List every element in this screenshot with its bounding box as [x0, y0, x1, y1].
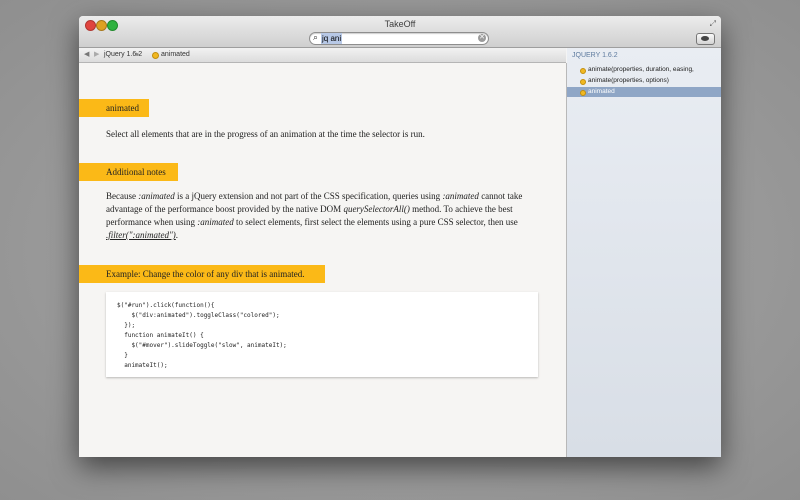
notes-code-4: :animated — [197, 217, 234, 227]
entry-heading: animated — [79, 99, 149, 117]
notes-code-3: querySelectorAll() — [343, 204, 410, 214]
result-label: animated — [588, 88, 615, 95]
notes-text-5: to select elements, first select the ele… — [233, 217, 518, 227]
code-example: $("#run").click(function(){ $("div:anima… — [106, 292, 538, 377]
entry-summary: Select all elements that are in the prog… — [106, 129, 425, 139]
result-label: animate(properties, options) — [588, 77, 669, 84]
entry-dot-icon — [152, 52, 159, 59]
window-title: TakeOff — [384, 19, 416, 29]
title-bar: TakeOff ⤢ ⌕ jq ani ✕ — [79, 16, 721, 48]
notes-heading: Additional notes — [79, 163, 178, 181]
result-label: animate(properties, duration, easing, — [588, 66, 694, 73]
app-window: TakeOff ⤢ ⌕ jq ani ✕ ◀ ▶ jQuery 1.6.2 ▸ … — [79, 16, 721, 457]
notes-paragraph: Because :animated is a jQuery extension … — [106, 190, 554, 242]
result-dot-icon — [580, 68, 586, 74]
forward-arrow-icon[interactable]: ▶ — [94, 50, 99, 58]
notes-text-2: is a jQuery extension and not part of th… — [174, 191, 443, 201]
result-dot-icon — [580, 90, 586, 96]
search-field[interactable]: ⌕ jq ani ✕ — [309, 32, 489, 45]
search-query[interactable]: jq ani — [321, 33, 343, 44]
breadcrumb: ◀ ▶ jQuery 1.6.2 ▸ animated — [79, 48, 566, 63]
result-item-selected[interactable]: animated — [567, 87, 721, 97]
result-item[interactable]: animate(properties, duration, easing, — [567, 65, 721, 75]
clear-search-icon[interactable]: ✕ — [478, 34, 486, 42]
breadcrumb-separator-icon: ▸ — [136, 51, 140, 58]
example-heading: Example: Change the color of any div tha… — [79, 265, 325, 283]
results-group-header: JQUERY 1.6.2 — [572, 52, 618, 59]
code-text: $("#run").click(function(){ $("div:anima… — [117, 302, 287, 369]
filter-link[interactable]: .filter(":animated") — [106, 230, 176, 240]
toolbar-toggle-button[interactable] — [696, 33, 715, 45]
notes-text-6: . — [175, 230, 179, 240]
notes-text-1: Because — [106, 191, 139, 201]
results-sidebar: JQUERY 1.6.2 animate(properties, duratio… — [567, 48, 721, 457]
fullscreen-icon[interactable]: ⤢ — [710, 19, 716, 29]
documentation-pane[interactable]: animated Select all elements that are in… — [79, 63, 567, 457]
toggle-icon — [701, 36, 709, 41]
result-dot-icon — [580, 79, 586, 85]
back-arrow-icon[interactable]: ◀ — [84, 50, 89, 58]
notes-code-2: :animated — [442, 191, 479, 201]
result-item[interactable]: animate(properties, options) — [567, 76, 721, 86]
notes-code-1: :animated — [138, 191, 175, 201]
breadcrumb-entry[interactable]: animated — [161, 51, 190, 58]
search-icon: ⌕ — [313, 32, 319, 42]
